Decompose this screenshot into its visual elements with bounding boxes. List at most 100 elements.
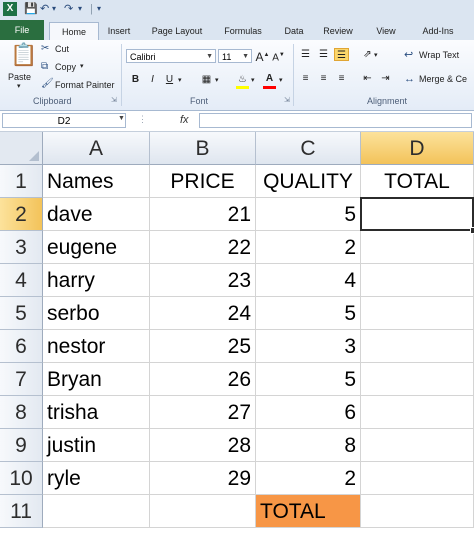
align-bottom-icon[interactable]: ☰ bbox=[334, 48, 349, 61]
cell-a11[interactable] bbox=[43, 495, 150, 528]
cell-d8[interactable] bbox=[361, 396, 474, 429]
cell-d1[interactable]: TOTAL bbox=[361, 165, 474, 198]
name-box-dropdown-icon[interactable]: ▼ bbox=[118, 115, 125, 122]
column-header-c[interactable]: C bbox=[256, 132, 361, 165]
cell-b3[interactable]: 22 bbox=[150, 231, 256, 264]
undo-icon[interactable]: ↶ bbox=[40, 2, 49, 16]
cell-a4[interactable]: harry bbox=[43, 264, 150, 297]
format-painter-icon[interactable]: 🖌 bbox=[41, 78, 54, 89]
cell-a6[interactable]: nestor bbox=[43, 330, 150, 363]
copy-button[interactable]: Copy bbox=[55, 62, 76, 72]
underline-button[interactable]: U bbox=[162, 73, 177, 86]
cut-button[interactable]: Cut bbox=[55, 44, 69, 54]
cell-d7[interactable] bbox=[361, 363, 474, 396]
excel-app-icon[interactable]: X bbox=[3, 2, 17, 16]
cell-a8[interactable]: trisha bbox=[43, 396, 150, 429]
cell-c1[interactable]: QUALITY bbox=[256, 165, 361, 198]
italic-button[interactable]: I bbox=[145, 73, 160, 86]
column-header-a[interactable]: A bbox=[43, 132, 150, 165]
redo-dropdown-icon[interactable]: ▾ bbox=[78, 2, 82, 16]
orientation-dropdown-icon[interactable]: ▾ bbox=[374, 51, 378, 59]
merge-center-icon[interactable]: ↔ bbox=[404, 73, 415, 85]
customize-toolbar-icon[interactable]: ▾ bbox=[97, 2, 101, 16]
cell-b2[interactable]: 21 bbox=[150, 198, 256, 231]
row-header-4[interactable]: 4 bbox=[0, 264, 43, 297]
font-color-dropdown-icon[interactable]: ▾ bbox=[279, 76, 283, 84]
select-all-button[interactable] bbox=[0, 132, 43, 165]
row-header-10[interactable]: 10 bbox=[0, 462, 43, 495]
cell-d6[interactable] bbox=[361, 330, 474, 363]
cell-b7[interactable]: 26 bbox=[150, 363, 256, 396]
cell-b5[interactable]: 24 bbox=[150, 297, 256, 330]
row-header-1[interactable]: 1 bbox=[0, 165, 43, 198]
grow-font-icon[interactable]: A▲ bbox=[255, 49, 270, 64]
font-launcher-icon[interactable]: ⇲ bbox=[284, 96, 290, 104]
cell-c11[interactable]: TOTAL bbox=[256, 495, 361, 528]
align-right-icon[interactable]: ≡ bbox=[334, 72, 349, 85]
cell-b9[interactable]: 28 bbox=[150, 429, 256, 462]
fill-color-dropdown-icon[interactable]: ▾ bbox=[251, 76, 255, 84]
cell-c6[interactable]: 3 bbox=[256, 330, 361, 363]
tab-add-ins[interactable]: Add-Ins bbox=[414, 22, 462, 40]
column-header-b[interactable]: B bbox=[150, 132, 256, 165]
cell-a10[interactable]: ryle bbox=[43, 462, 150, 495]
fill-color-icon[interactable]: ♨ bbox=[235, 73, 250, 86]
cell-b4[interactable]: 23 bbox=[150, 264, 256, 297]
cell-d3[interactable] bbox=[361, 231, 474, 264]
bold-button[interactable]: B bbox=[128, 73, 143, 86]
cell-c2[interactable]: 5 bbox=[256, 198, 361, 231]
tab-home[interactable]: Home bbox=[49, 22, 99, 41]
row-header-2[interactable]: 2 bbox=[0, 198, 43, 231]
tab-page-layout[interactable]: Page Layout bbox=[146, 22, 208, 40]
shrink-font-icon[interactable]: A▼ bbox=[271, 49, 286, 63]
cell-c10[interactable]: 2 bbox=[256, 462, 361, 495]
paste-icon[interactable]: 📋 bbox=[10, 42, 37, 68]
row-header-11[interactable]: 11 bbox=[0, 495, 43, 528]
cell-d5[interactable] bbox=[361, 297, 474, 330]
cell-c5[interactable]: 5 bbox=[256, 297, 361, 330]
name-box[interactable]: D2 bbox=[2, 113, 126, 128]
cell-d11[interactable] bbox=[361, 495, 474, 528]
wrap-text-button[interactable]: Wrap Text bbox=[419, 50, 459, 60]
align-top-icon[interactable]: ☰ bbox=[298, 48, 313, 61]
borders-dropdown-icon[interactable]: ▾ bbox=[215, 76, 219, 84]
orientation-icon[interactable]: ⇗ bbox=[360, 48, 375, 61]
cell-a3[interactable]: eugene bbox=[43, 231, 150, 264]
row-header-3[interactable]: 3 bbox=[0, 231, 43, 264]
column-header-d[interactable]: D bbox=[361, 132, 474, 165]
font-color-icon[interactable]: A bbox=[262, 72, 277, 85]
cell-a7[interactable]: Bryan bbox=[43, 363, 150, 396]
cell-a1[interactable]: Names bbox=[43, 165, 150, 198]
cell-b11[interactable] bbox=[150, 495, 256, 528]
cell-d2[interactable] bbox=[361, 198, 474, 231]
tab-formulas[interactable]: Formulas bbox=[219, 22, 267, 40]
align-left-icon[interactable]: ≡ bbox=[298, 72, 313, 85]
cell-c4[interactable]: 4 bbox=[256, 264, 361, 297]
merge-center-button[interactable]: Merge & Ce bbox=[419, 74, 467, 84]
font-size-select[interactable]: 11 ▼ bbox=[218, 49, 252, 63]
cell-c8[interactable]: 6 bbox=[256, 396, 361, 429]
cell-d9[interactable] bbox=[361, 429, 474, 462]
clipboard-launcher-icon[interactable]: ⇲ bbox=[111, 96, 117, 104]
cell-b10[interactable]: 29 bbox=[150, 462, 256, 495]
cell-a5[interactable]: serbo bbox=[43, 297, 150, 330]
redo-icon[interactable]: ↷ bbox=[64, 2, 73, 16]
font-name-select[interactable]: Calibri ▼ bbox=[126, 49, 216, 63]
tab-data[interactable]: Data bbox=[278, 22, 310, 40]
insert-function-icon[interactable]: fx bbox=[180, 114, 189, 126]
row-header-8[interactable]: 8 bbox=[0, 396, 43, 429]
align-center-icon[interactable]: ≡ bbox=[316, 72, 331, 85]
cell-c9[interactable]: 8 bbox=[256, 429, 361, 462]
underline-dropdown-icon[interactable]: ▾ bbox=[178, 76, 182, 84]
format-painter-button[interactable]: Format Painter bbox=[55, 80, 115, 90]
cell-b6[interactable]: 25 bbox=[150, 330, 256, 363]
tab-review[interactable]: Review bbox=[318, 22, 358, 40]
cut-icon[interactable]: ✂ bbox=[41, 43, 49, 54]
row-header-9[interactable]: 9 bbox=[0, 429, 43, 462]
fill-handle[interactable] bbox=[470, 227, 474, 234]
tab-file[interactable]: File bbox=[0, 20, 44, 40]
copy-icon[interactable]: ⧉ bbox=[41, 61, 48, 72]
tab-view[interactable]: View bbox=[369, 22, 403, 40]
tab-insert[interactable]: Insert bbox=[101, 22, 137, 40]
cell-b1[interactable]: PRICE bbox=[150, 165, 256, 198]
